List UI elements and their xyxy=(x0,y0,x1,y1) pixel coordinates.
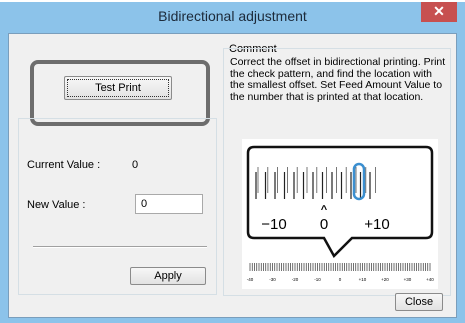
scale-label: -20 xyxy=(292,277,299,282)
comment-group: Correct the offset in bidirectional prin… xyxy=(223,48,451,296)
close-button[interactable]: Close xyxy=(395,293,443,311)
divider xyxy=(33,246,207,248)
new-value-label: New Value : xyxy=(27,199,86,211)
label-plus-10: +10 xyxy=(364,216,389,233)
close-icon: ✕ xyxy=(433,3,445,19)
offset-illustration: −10 0 ^ +10 -40 -30 -20 -10 0 +10 +20 +30 +40 xyxy=(242,139,438,289)
scale-label: +20 xyxy=(381,277,389,282)
test-print-button[interactable]: Test Print xyxy=(64,76,172,100)
new-value-input[interactable] xyxy=(135,194,203,214)
window-close-button[interactable]: ✕ xyxy=(421,2,457,22)
scale-tick-lines xyxy=(249,263,431,271)
scale-labels: -40 -30 -20 -10 0 +10 +20 +30 +40 xyxy=(247,277,435,282)
value-group: Current Value : 0 New Value : Apply xyxy=(18,118,217,295)
label-zero: 0 xyxy=(320,216,328,233)
offset-pattern-diagram: −10 0 ^ +10 -40 -30 -20 -10 0 +10 +20 +30 +40 xyxy=(246,145,435,282)
dialog-content: Test Print Current Value : 0 New Value :… xyxy=(8,33,457,318)
current-value-label: Current Value : xyxy=(27,159,101,171)
scale-label: +10 xyxy=(359,277,367,282)
zero-caret: ^ xyxy=(321,204,328,216)
scale-label: +30 xyxy=(404,277,412,282)
scale-label: +40 xyxy=(426,277,434,282)
apply-button[interactable]: Apply xyxy=(130,267,206,285)
comment-text: Correct the offset in bidirectional prin… xyxy=(230,56,446,103)
dialog-title: Bidirectional adjustment xyxy=(158,8,307,24)
current-value: 0 xyxy=(132,159,139,171)
label-minus-10: −10 xyxy=(261,216,286,233)
scale-label: -40 xyxy=(247,277,254,282)
scale-label: -30 xyxy=(269,277,276,282)
callout-bubble xyxy=(246,145,434,259)
scale-label: -10 xyxy=(314,277,321,282)
scale-label: 0 xyxy=(339,277,342,282)
dialog-window: Bidirectional adjustment ✕ Test Print Cu… xyxy=(0,2,465,323)
